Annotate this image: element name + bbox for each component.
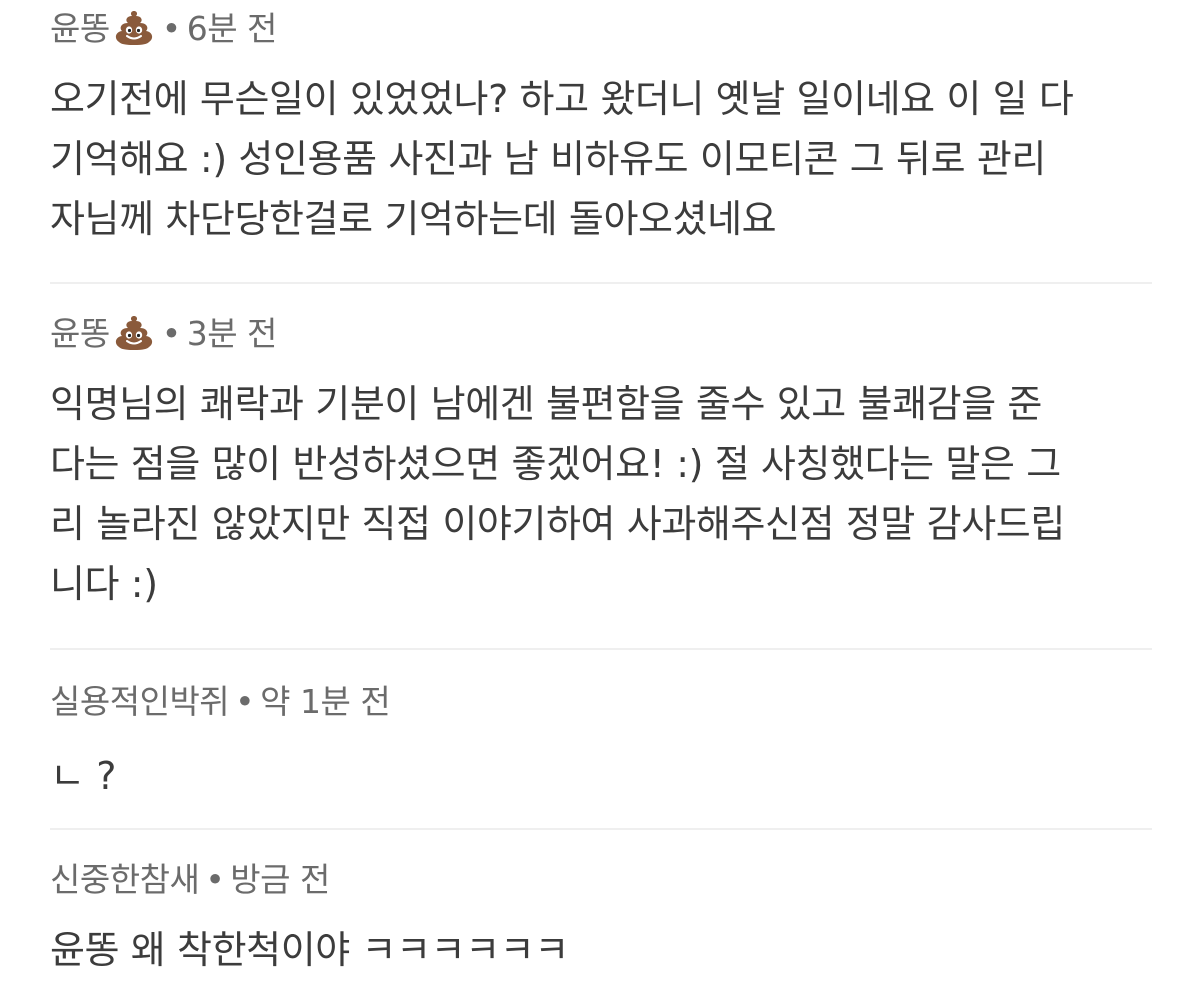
comment-body-line: 리 놀라진 않았지만 직접 이야기하여 사과해주신점 정말 감사드립	[50, 502, 1065, 546]
comment-meta: 윤똥 • 6분 전	[50, 8, 1152, 49]
comment-body-line: 기억해요 :) 성인용품 사진과 남 비하유도 이모티콘 그 뒤로 관리	[50, 137, 1046, 181]
comment-list: 윤똥 • 6분 전 오기전에 무슨일이 있었었나? 하고 왔더니 옛날 일이네요 …	[0, 0, 1200, 994]
comment-body-line: ㄴ ?	[50, 754, 117, 798]
comment-time: 약 1분 전	[260, 682, 391, 721]
comment-time: 3분 전	[186, 314, 278, 353]
meta-separator: •	[235, 682, 255, 721]
divider	[50, 828, 1152, 830]
comment-author[interactable]: 실용적인박쥐	[50, 682, 230, 721]
comment-body: 윤똥 왜 착한척이야 ㅋㅋㅋㅋㅋㅋ	[50, 920, 1152, 980]
comment-time: 6분 전	[186, 9, 278, 48]
comment-body-line: 익명님의 쾌락과 기분이 남에겐 불편함을 줄수 있고 불쾌감을 준	[50, 382, 1042, 426]
comment-meta: 윤똥 • 3분 전	[50, 313, 1152, 354]
comment-body-line: 오기전에 무슨일이 있었었나? 하고 왔더니 옛날 일이네요 이 일 다	[50, 77, 1074, 121]
comment-body: ㄴ ?	[50, 746, 1152, 806]
comment-author[interactable]: 윤똥	[50, 314, 110, 353]
meta-separator: •	[161, 314, 181, 353]
comment-body-line: 니다 :)	[50, 562, 158, 606]
comment-meta: 신중한참새 • 방금 전	[50, 860, 1152, 900]
comment-body: 오기전에 무슨일이 있었었나? 하고 왔더니 옛날 일이네요 이 일 다 기억해…	[50, 69, 1152, 249]
meta-separator: •	[161, 9, 181, 48]
comment-item: 신중한참새 • 방금 전 윤똥 왜 착한척이야 ㅋㅋㅋㅋㅋㅋ	[50, 860, 1152, 980]
divider	[50, 282, 1152, 284]
poop-emoji-icon	[112, 8, 156, 48]
comment-time: 방금 전	[230, 860, 330, 899]
comment-item: 윤똥 • 3분 전 익명님의 쾌락과 기분이 남에겐 불편함을 줄수 있고 불쾌감…	[50, 313, 1152, 614]
meta-separator: •	[205, 860, 225, 899]
comment-author[interactable]: 신중한참새	[50, 860, 200, 899]
comment-meta: 실용적인박쥐 • 약 1분 전	[50, 682, 1152, 722]
comment-body: 익명님의 쾌락과 기분이 남에겐 불편함을 줄수 있고 불쾌감을 준 다는 점을…	[50, 374, 1152, 614]
poop-emoji-icon	[112, 313, 156, 353]
comment-author[interactable]: 윤똥	[50, 9, 110, 48]
divider	[50, 648, 1152, 650]
comment-item: 실용적인박쥐 • 약 1분 전 ㄴ ?	[50, 682, 1152, 806]
comment-item: 윤똥 • 6분 전 오기전에 무슨일이 있었었나? 하고 왔더니 옛날 일이네요 …	[50, 8, 1152, 249]
comment-body-line: 자님께 차단당한걸로 기억하는데 돌아오셨네요	[50, 197, 777, 241]
comment-body-line: 윤똥 왜 착한척이야 ㅋㅋㅋㅋㅋㅋ	[50, 928, 569, 972]
comment-body-line: 다는 점을 많이 반성하셨으면 좋겠어요! :) 절 사칭했다는 말은 그	[50, 442, 1061, 486]
